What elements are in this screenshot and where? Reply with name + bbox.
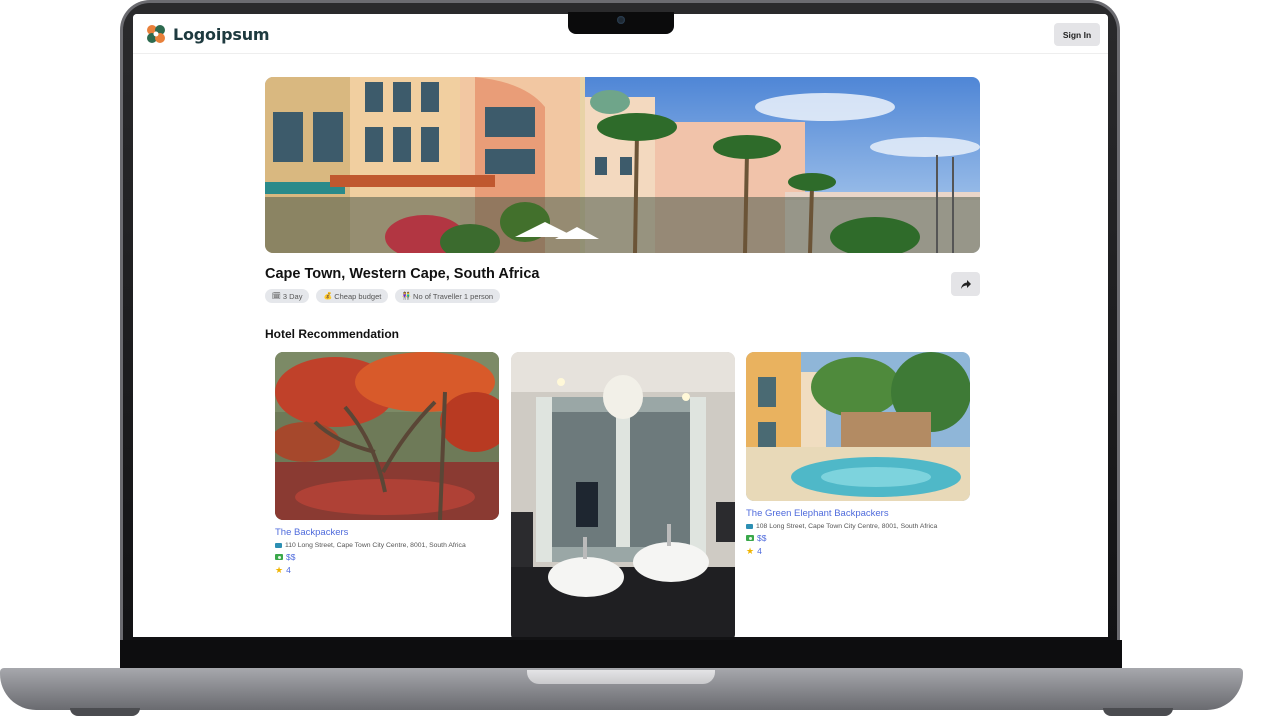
hotel-address-text: 108 Long Street, Cape Town City Centre, … bbox=[756, 523, 938, 530]
laptop-screen: Logoipsum Sign In Cape Town, Western Cap… bbox=[133, 14, 1108, 637]
trip-chips: 🗓 3 Day 💰 Cheap budget 👫 No of Traveller… bbox=[265, 289, 501, 303]
camera-icon bbox=[617, 16, 625, 24]
hotel-card[interactable]: The Green Elephant Backpackers 108 Long … bbox=[746, 352, 970, 556]
hotel-price: $$ bbox=[275, 552, 499, 562]
hotel-price-text: $$ bbox=[286, 552, 296, 562]
star-icon: ★ bbox=[275, 564, 284, 575]
hero-image bbox=[265, 77, 980, 253]
hotel-card[interactable]: The Backpackers 110 Long Street, Cape To… bbox=[275, 352, 499, 575]
logo-icon bbox=[147, 25, 165, 43]
calendar-icon: 🗓 bbox=[272, 293, 281, 300]
money-icon bbox=[746, 535, 754, 541]
money-bag-icon: 💰 bbox=[323, 293, 333, 300]
chip-travellers-label: No of Traveller 1 person bbox=[413, 291, 494, 301]
hotel-address-text: 110 Long Street, Cape Town City Centre, … bbox=[285, 542, 466, 549]
logo[interactable]: Logoipsum bbox=[145, 23, 270, 45]
laptop-groove bbox=[527, 670, 715, 684]
hotel-rating: ★ 4 bbox=[275, 565, 499, 575]
camera-notch bbox=[568, 12, 674, 34]
hotel-section-title: Hotel Recommendation bbox=[265, 327, 400, 341]
share-icon bbox=[960, 279, 971, 289]
logo-text: Logoipsum bbox=[173, 24, 270, 44]
chip-duration: 🗓 3 Day bbox=[265, 289, 310, 303]
hotel-image bbox=[746, 352, 970, 501]
chip-duration-label: 3 Day bbox=[282, 291, 303, 301]
hotel-image bbox=[511, 352, 735, 637]
map-icon bbox=[746, 524, 753, 529]
trip-title: Cape Town, Western Cape, South Africa bbox=[265, 266, 540, 282]
chip-budget-label: Cheap budget bbox=[334, 291, 382, 301]
laptop-foot bbox=[1103, 708, 1173, 716]
chip-budget: 💰 Cheap budget bbox=[316, 289, 389, 303]
money-icon bbox=[275, 554, 283, 560]
hotel-address: 110 Long Street, Cape Town City Centre, … bbox=[275, 542, 499, 549]
hotel-price: $$ bbox=[746, 533, 970, 543]
share-button[interactable] bbox=[951, 272, 980, 296]
hotel-image bbox=[275, 352, 499, 520]
hotel-name[interactable]: The Green Elephant Backpackers bbox=[746, 508, 970, 519]
hotel-address: 108 Long Street, Cape Town City Centre, … bbox=[746, 523, 970, 530]
hotel-name[interactable]: The Backpackers bbox=[275, 527, 499, 538]
star-icon: ★ bbox=[746, 545, 755, 556]
hotel-rating: ★ 4 bbox=[746, 546, 970, 556]
laptop-foot bbox=[70, 708, 140, 716]
hotel-price-text: $$ bbox=[757, 533, 767, 543]
people-icon: 👫 bbox=[402, 293, 412, 300]
hotel-rating-text: 4 bbox=[757, 546, 762, 556]
chip-travellers: 👫 No of Traveller 1 person bbox=[395, 289, 501, 303]
map-icon bbox=[275, 543, 282, 548]
hotel-card[interactable] bbox=[511, 352, 735, 637]
hotel-rating-text: 4 bbox=[286, 565, 291, 575]
sign-in-button[interactable]: Sign In bbox=[1054, 23, 1100, 46]
